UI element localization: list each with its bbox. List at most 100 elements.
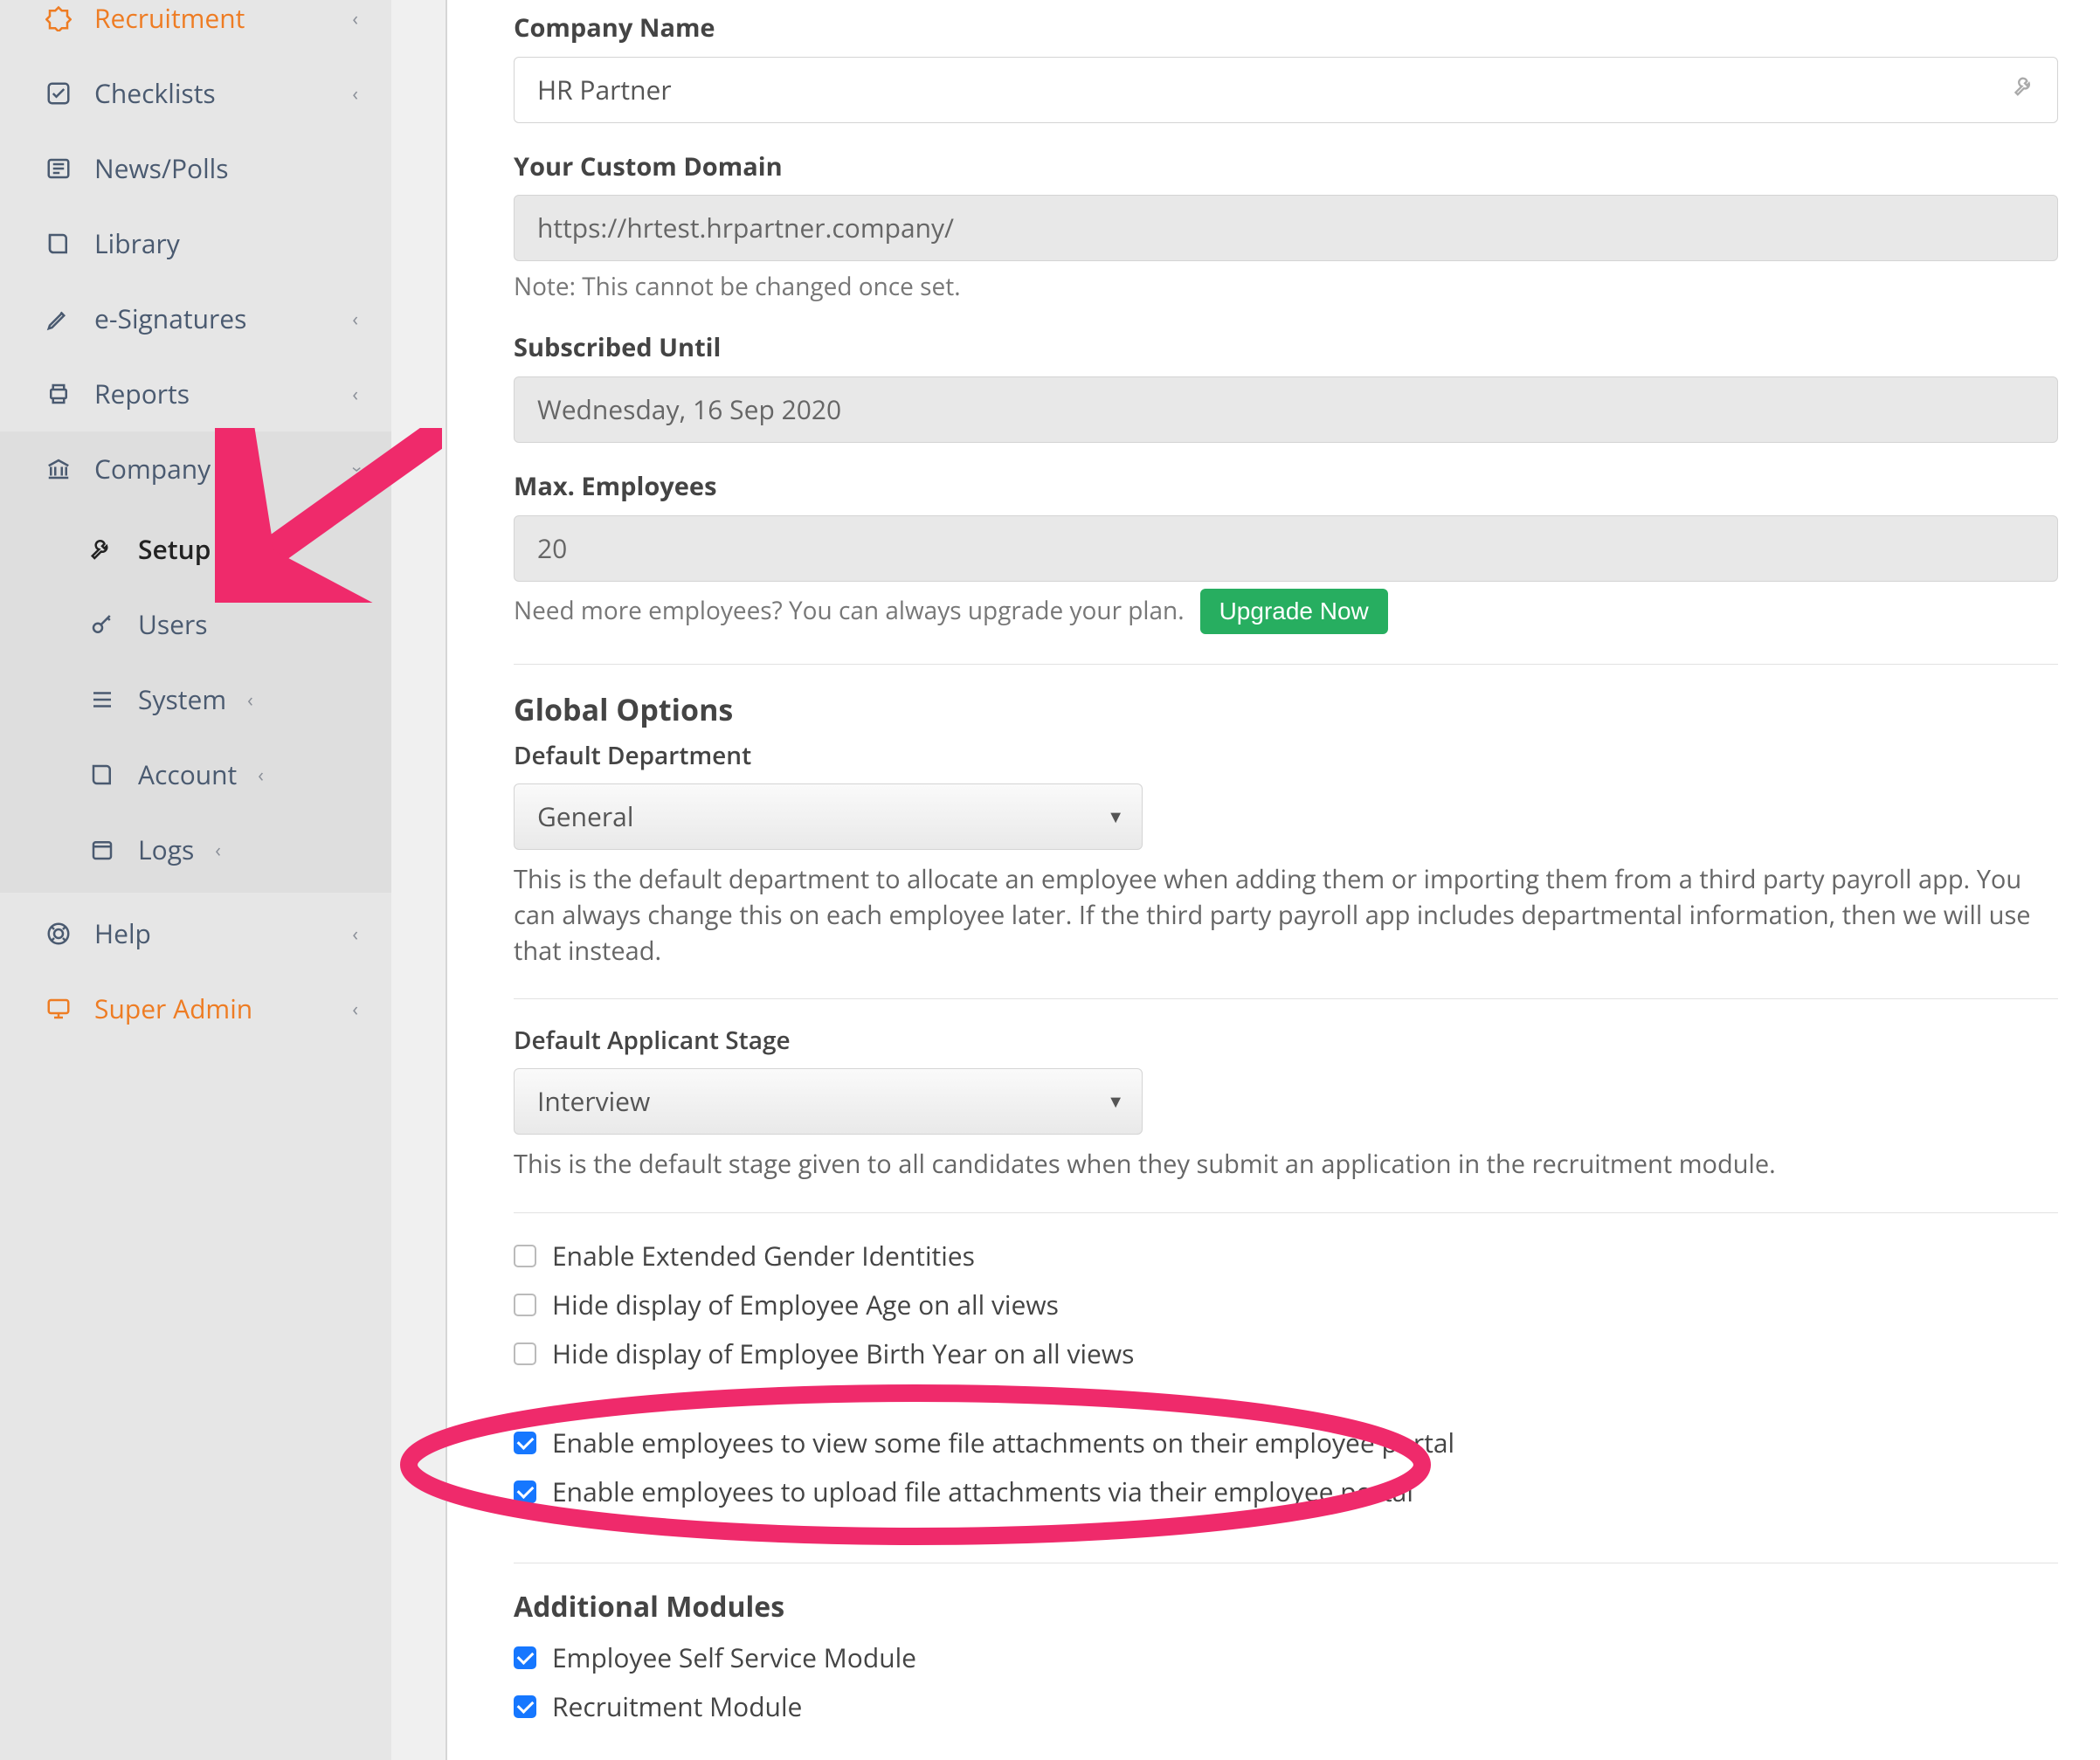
readonly-value: 20 — [537, 530, 567, 566]
divider — [514, 664, 2058, 665]
checkbox[interactable] — [514, 1646, 536, 1669]
divider — [514, 1212, 2058, 1213]
book-icon — [44, 229, 73, 259]
sidebar-item-label: Library — [94, 225, 363, 262]
general-option-row[interactable]: Hide display of Employee Birth Year on a… — [514, 1336, 2058, 1372]
module-option-row[interactable]: Recruitment Module — [514, 1688, 2058, 1725]
general-option-row[interactable]: Hide display of Employee Age on all view… — [514, 1287, 2058, 1323]
sidebar-sub-logs[interactable]: Logs ‹ — [0, 812, 391, 887]
divider — [514, 998, 2058, 999]
checkbox[interactable] — [514, 1432, 536, 1454]
readonly-value: https://hrtest.hrpartner.company/ — [537, 210, 954, 245]
sidebar-item-label: Users — [138, 606, 208, 643]
group-default-dept: Default Department General ▼ This is the… — [514, 739, 2058, 969]
checkbox[interactable] — [514, 1695, 536, 1718]
portal-option-row[interactable]: Enable employees to view some file attac… — [514, 1425, 2058, 1461]
sidebar-item-label: Reports — [94, 376, 331, 412]
checkbox-label: Enable employees to upload file attachme… — [552, 1474, 1413, 1510]
edit-icon[interactable] — [2013, 72, 2037, 108]
module-option-row[interactable]: Employee Self Service Module — [514, 1639, 2058, 1676]
checkbox-group-2: Enable employees to view some file attac… — [514, 1425, 2058, 1510]
label-company-name: Company Name — [514, 10, 2058, 46]
input-company-name[interactable]: HR Partner — [514, 57, 2058, 123]
caret-down-icon: ▼ — [1107, 1089, 1124, 1114]
sidebar-item-label: Super Admin — [94, 990, 331, 1027]
sidebar-item-newspolls[interactable]: News/Polls — [0, 131, 391, 206]
chevron-down-icon: ‹ — [342, 466, 369, 473]
checkbox[interactable] — [514, 1245, 536, 1267]
help-max-employees: Need more employees? You can always upgr… — [514, 594, 1185, 628]
general-option-row[interactable]: Enable Extended Gender Identities — [514, 1238, 2058, 1274]
checkbox-label: Recruitment Module — [552, 1688, 802, 1725]
sidebar-item-superadmin[interactable]: Super Admin ‹ — [0, 971, 391, 1046]
sidebar-item-label: Recruitment — [94, 0, 331, 37]
checkbox[interactable] — [514, 1342, 536, 1365]
group-subscribed: Subscribed Until Wednesday, 16 Sep 2020 — [514, 330, 2058, 443]
lifebuoy-icon — [44, 919, 73, 949]
sidebar-item-recruitment[interactable]: Recruitment ‹ — [0, 0, 391, 56]
portal-option-row[interactable]: Enable employees to upload file attachme… — [514, 1474, 2058, 1510]
readonly-max-employees: 20 — [514, 515, 2058, 582]
list-icon — [87, 685, 117, 714]
calendar-icon — [87, 835, 117, 865]
sidebar-item-label: Setup — [138, 531, 211, 568]
sidebar-item-checklists[interactable]: Checklists ‹ — [0, 56, 391, 131]
label-default-dept: Default Department — [514, 739, 2058, 773]
upgrade-now-button[interactable]: Upgrade Now — [1200, 589, 1388, 634]
checkbox[interactable] — [514, 1294, 536, 1316]
select-default-stage[interactable]: Interview ▼ — [514, 1068, 1143, 1135]
chevron-left-icon: ‹ — [258, 762, 264, 789]
checkbox-label: Enable Extended Gender Identities — [552, 1238, 975, 1274]
chevron-left-icon: ‹ — [352, 996, 358, 1023]
checkbox-group-1: Enable Extended Gender Identities Hide di… — [514, 1238, 2058, 1372]
key-icon — [87, 610, 117, 639]
group-default-stage: Default Applicant Stage Interview ▼ This… — [514, 1024, 2058, 1183]
sidebar-company-sublist: Setup Users System ‹ Account ‹ — [0, 507, 391, 893]
sidebar-item-label: Help — [94, 915, 331, 952]
sidebar-item-label: Account — [138, 756, 237, 793]
chevron-left-icon: ‹ — [352, 5, 358, 32]
chevron-left-icon: ‹ — [352, 80, 358, 107]
book-icon — [87, 760, 117, 790]
checkbox-label: Employee Self Service Module — [552, 1639, 916, 1676]
news-icon — [44, 154, 73, 183]
label-max-employees: Max. Employees — [514, 469, 2058, 505]
print-icon — [44, 379, 73, 409]
monitor-icon — [44, 994, 73, 1024]
sidebar-sub-setup[interactable]: Setup — [0, 512, 391, 587]
content-wrap: Company Name HR Partner Your Custom Doma… — [391, 0, 2100, 1760]
sidebar-item-label: e-Signatures — [94, 300, 331, 337]
sidebar-item-help[interactable]: Help ‹ — [0, 896, 391, 971]
chevron-left-icon: ‹ — [352, 306, 358, 333]
sidebar-sub-users[interactable]: Users — [0, 587, 391, 662]
sidebar-item-reports[interactable]: Reports ‹ — [0, 356, 391, 431]
content-gutter — [391, 0, 447, 1760]
sidebar-sub-system[interactable]: System ‹ — [0, 662, 391, 737]
sidebar-sub-account[interactable]: Account ‹ — [0, 737, 391, 812]
input-value: HR Partner — [537, 72, 672, 107]
sidebar-item-company[interactable]: Company ‹ — [0, 431, 391, 507]
select-value: General — [537, 798, 633, 834]
sidebar-item-label: Checklists — [94, 75, 331, 112]
section-global-options: Global Options — [514, 689, 2058, 731]
readonly-value: Wednesday, 16 Sep 2020 — [537, 391, 841, 427]
caret-down-icon: ▼ — [1107, 804, 1124, 829]
chevron-left-icon: ‹ — [352, 921, 358, 948]
label-subscribed: Subscribed Until — [514, 330, 2058, 366]
group-company-name: Company Name HR Partner — [514, 10, 2058, 123]
select-default-dept[interactable]: General ▼ — [514, 783, 1143, 850]
pencil-icon — [44, 304, 73, 334]
sidebar: Recruitment ‹ Checklists ‹ News/Polls Li… — [0, 0, 391, 1760]
sidebar-item-label: News/Polls — [94, 150, 363, 187]
sidebar-item-library[interactable]: Library — [0, 206, 391, 281]
chevron-left-icon: ‹ — [247, 687, 253, 714]
help-custom-domain: Note: This cannot be changed once set. — [514, 270, 2058, 304]
sidebar-item-esignatures[interactable]: e-Signatures ‹ — [0, 281, 391, 356]
help-default-stage: This is the default stage given to all c… — [514, 1147, 2058, 1183]
checkbox[interactable] — [514, 1480, 536, 1503]
select-value: Interview — [537, 1083, 650, 1119]
help-default-dept: This is the default department to alloca… — [514, 862, 2058, 969]
checkbox-label: Hide display of Employee Birth Year on a… — [552, 1336, 1134, 1372]
checkbox-label: Hide display of Employee Age on all view… — [552, 1287, 1059, 1323]
checklist-icon — [44, 79, 73, 108]
